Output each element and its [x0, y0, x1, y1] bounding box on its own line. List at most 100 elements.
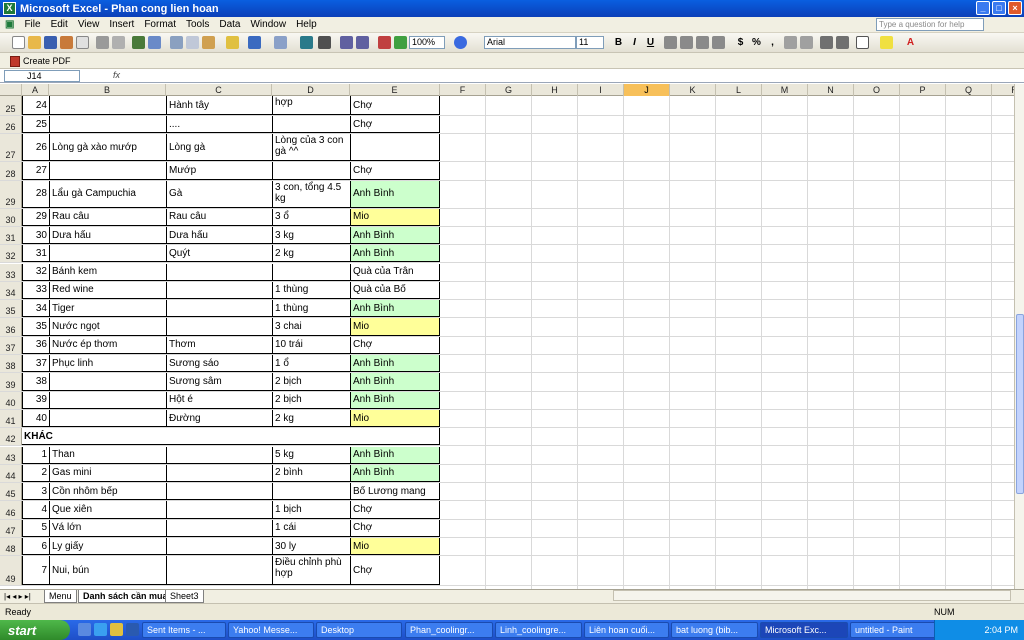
worksheet-grid[interactable]: ABCDEFGHIJKLMNOPQR 2524Hành tâyhợpChợ262…: [0, 84, 1014, 589]
cell-c[interactable]: Lòng gà: [166, 134, 272, 162]
cell-a[interactable]: 25: [22, 116, 49, 134]
taskbar-button[interactable]: Liên hoan cuối...: [584, 622, 669, 638]
menu-file[interactable]: File: [19, 19, 45, 30]
zoom-select[interactable]: 100%: [409, 36, 445, 49]
cell-c[interactable]: Sương sâm: [166, 373, 272, 391]
column-header-o[interactable]: O: [854, 84, 900, 96]
column-header-m[interactable]: M: [762, 84, 808, 96]
cell-d[interactable]: 1 thùng: [272, 281, 350, 300]
row-header[interactable]: 41: [0, 409, 22, 428]
comma-icon[interactable]: ,: [766, 36, 779, 49]
taskbar-button[interactable]: Yahoo! Messe...: [228, 622, 314, 638]
cell-e[interactable]: [350, 134, 440, 162]
cell-d[interactable]: 2 kg: [272, 409, 350, 428]
cell-c[interactable]: [166, 483, 272, 501]
cell-b[interactable]: [49, 96, 166, 115]
cell-a[interactable]: 36: [22, 336, 49, 354]
research-icon[interactable]: [148, 36, 161, 49]
taskbar-button[interactable]: bat luong (bib...: [671, 622, 758, 638]
cell-b[interactable]: Que xiên: [49, 501, 166, 519]
align-right-icon[interactable]: [696, 36, 709, 49]
cell-d[interactable]: 1 bịch: [272, 501, 350, 519]
column-header-h[interactable]: H: [532, 84, 578, 96]
cell-e[interactable]: Anh Bình: [350, 391, 440, 409]
cell-d[interactable]: 2 bịch: [272, 391, 350, 409]
title-bar[interactable]: X Microsoft Excel - Phan cong lien hoan …: [0, 0, 1024, 17]
row-header[interactable]: 45: [0, 483, 22, 501]
autosum-icon[interactable]: [318, 36, 331, 49]
cell-d[interactable]: 2 kg: [272, 245, 350, 263]
start-button[interactable]: start: [0, 620, 70, 640]
cell-a[interactable]: 27: [22, 162, 49, 180]
italic-icon[interactable]: I: [628, 36, 641, 49]
doc-icon[interactable]: ▣: [0, 19, 19, 30]
copy-icon[interactable]: [186, 36, 199, 49]
quicklaunch-word-icon[interactable]: [126, 623, 139, 636]
close-button[interactable]: ×: [1008, 1, 1022, 15]
cell-b[interactable]: Vá lớn: [49, 519, 166, 537]
cell-c[interactable]: [166, 318, 272, 336]
bold-icon[interactable]: B: [612, 36, 625, 49]
row-header[interactable]: 26: [0, 116, 22, 134]
format-painter-icon[interactable]: [226, 36, 239, 49]
cell-c[interactable]: Dưa hấu: [166, 226, 272, 245]
row-header[interactable]: 49: [0, 556, 22, 586]
maximize-button[interactable]: □: [992, 1, 1006, 15]
cell-b[interactable]: Gas mini: [49, 464, 166, 483]
cell-d[interactable]: 5 kg: [272, 446, 350, 464]
cell-a[interactable]: 6: [22, 538, 49, 556]
cell-a[interactable]: 4: [22, 501, 49, 519]
help-search-input[interactable]: Type a question for help: [876, 18, 984, 31]
row-header[interactable]: 38: [0, 355, 22, 373]
row-header[interactable]: 47: [0, 519, 22, 537]
horizontal-scrollbar[interactable]: [613, 590, 1011, 601]
cell-b[interactable]: [49, 245, 166, 263]
menu-help[interactable]: Help: [291, 19, 322, 30]
cell-b[interactable]: Than: [49, 446, 166, 464]
cell-a[interactable]: 39: [22, 391, 49, 409]
select-all-corner[interactable]: [0, 84, 22, 96]
cell-a[interactable]: 7: [22, 556, 49, 586]
column-header-a[interactable]: A: [22, 84, 49, 96]
font-color-icon[interactable]: A: [904, 36, 917, 49]
row-header[interactable]: 28: [0, 162, 22, 180]
cell-a[interactable]: 24: [22, 96, 49, 115]
cell-b[interactable]: Nước ngọt: [49, 318, 166, 336]
column-header-b[interactable]: B: [49, 84, 166, 96]
row-header[interactable]: 27: [0, 134, 22, 162]
sort-ascending-icon[interactable]: [340, 36, 353, 49]
cell-c[interactable]: Rau câu: [166, 208, 272, 226]
cell-a[interactable]: 31: [22, 245, 49, 263]
row-header[interactable]: 33: [0, 263, 22, 281]
permission-icon[interactable]: [60, 36, 73, 49]
menu-data[interactable]: Data: [214, 19, 245, 30]
cell-c[interactable]: [166, 300, 272, 318]
cell-e[interactable]: Mio: [350, 318, 440, 336]
cell-d[interactable]: 2 bịch: [272, 373, 350, 391]
vertical-scrollbar[interactable]: [1014, 84, 1024, 589]
cell-e[interactable]: Mio: [350, 409, 440, 428]
menu-window[interactable]: Window: [245, 19, 291, 30]
cell-e[interactable]: Anh Bình: [350, 226, 440, 245]
cell-b[interactable]: Nui, bún: [49, 556, 166, 586]
cell-c[interactable]: [166, 538, 272, 556]
taskbar-button[interactable]: Desktop: [316, 622, 402, 638]
cell-a[interactable]: 2: [22, 464, 49, 483]
cell-d[interactable]: Lòng của 3 con gà ^^: [272, 134, 350, 162]
email-icon[interactable]: [76, 36, 89, 49]
cell-d[interactable]: 10 trái: [272, 336, 350, 354]
cell-c[interactable]: [166, 446, 272, 464]
cell-e[interactable]: Quà của Bố: [350, 281, 440, 300]
cell-e[interactable]: Anh Bình: [350, 245, 440, 263]
column-header-c[interactable]: C: [166, 84, 272, 96]
cut-icon[interactable]: [170, 36, 183, 49]
quicklaunch-desktop-icon[interactable]: [78, 623, 91, 636]
sort-descending-icon[interactable]: [356, 36, 369, 49]
cell-c[interactable]: Quýt: [166, 245, 272, 263]
cell-d[interactable]: 1 ổ: [272, 355, 350, 373]
create-pdf-button[interactable]: Create PDF: [10, 54, 71, 68]
cell-b[interactable]: Nước ép thơm: [49, 336, 166, 354]
menu-view[interactable]: View: [73, 19, 105, 30]
cell-b[interactable]: Phục linh: [49, 355, 166, 373]
row-header[interactable]: 42: [0, 428, 22, 446]
